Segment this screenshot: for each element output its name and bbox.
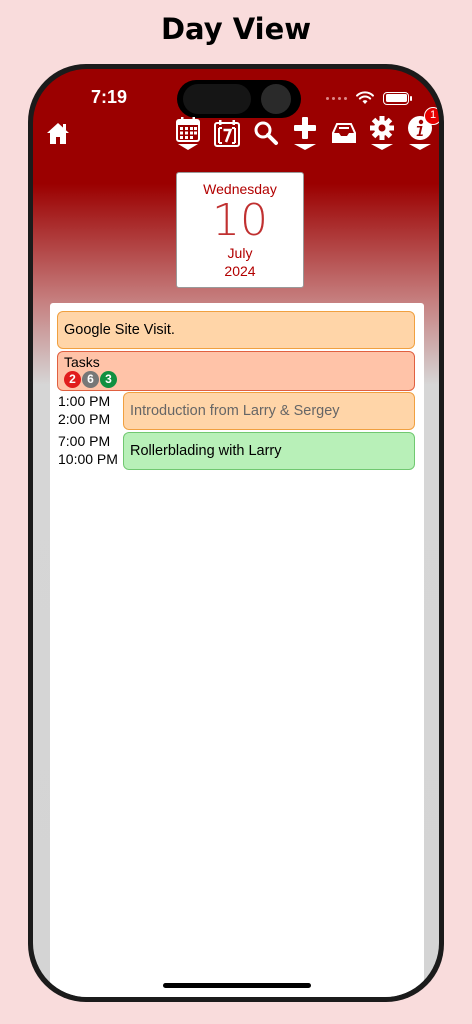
page-caption: Day View [160,12,312,46]
calendar-week-icon[interactable] [213,115,241,151]
year-label: 2024 [224,263,256,279]
signal-icon [326,96,347,100]
wifi-icon [356,91,374,104]
status-time: 7:19 [91,87,128,107]
event-end-time: 2:00 PM [58,411,111,427]
pending-count-badge: 6 [82,371,99,388]
event-title: Introduction from Larry & Sergey [130,403,340,419]
info-icon[interactable]: 1 [406,107,439,151]
event-end-time: 10:00 PM [58,451,118,467]
day-view-panel[interactable]: Google Site Visit. Tasks 2 6 3 1:00 PM 2… [50,303,424,997]
allday-event[interactable]: Google Site Visit. [57,311,415,349]
event-title: Rollerblading with Larry [130,443,282,459]
home-indicator[interactable] [163,983,311,988]
status-icons [326,91,412,105]
notification-badge: 1 [424,107,439,125]
battery-icon [383,91,412,105]
event-title: Google Site Visit. [64,322,175,338]
day-number: 10 [212,195,268,246]
phone-frame: 7:19 1 Wednesday 10 July 2024 Google Sit… [28,64,444,1002]
calendar-month-icon[interactable] [175,115,201,151]
event-block[interactable]: Introduction from Larry & Sergey [123,392,415,430]
add-icon[interactable] [291,115,319,151]
search-icon[interactable] [253,115,279,151]
settings-icon[interactable] [368,115,396,151]
app-screen: 7:19 1 Wednesday 10 July 2024 Google Sit… [33,69,439,997]
event-time-range: 1:00 PM 2:00 PM [58,392,110,428]
tasks-row[interactable]: Tasks 2 6 3 [57,351,415,391]
inbox-icon[interactable] [331,115,357,151]
event-start-time: 1:00 PM [58,393,111,409]
completed-count-badge: 3 [100,371,117,388]
date-card[interactable]: Wednesday 10 July 2024 [176,172,304,288]
tasks-label: Tasks [64,354,100,370]
event-block[interactable]: Rollerblading with Larry [123,432,415,470]
event-start-time: 7:00 PM [58,433,111,449]
event-time-range: 7:00 PM 10:00 PM [58,432,118,468]
dynamic-island [177,80,301,118]
home-icon[interactable] [45,115,71,151]
month-label: July [227,245,253,261]
overdue-count-badge: 2 [64,371,81,388]
